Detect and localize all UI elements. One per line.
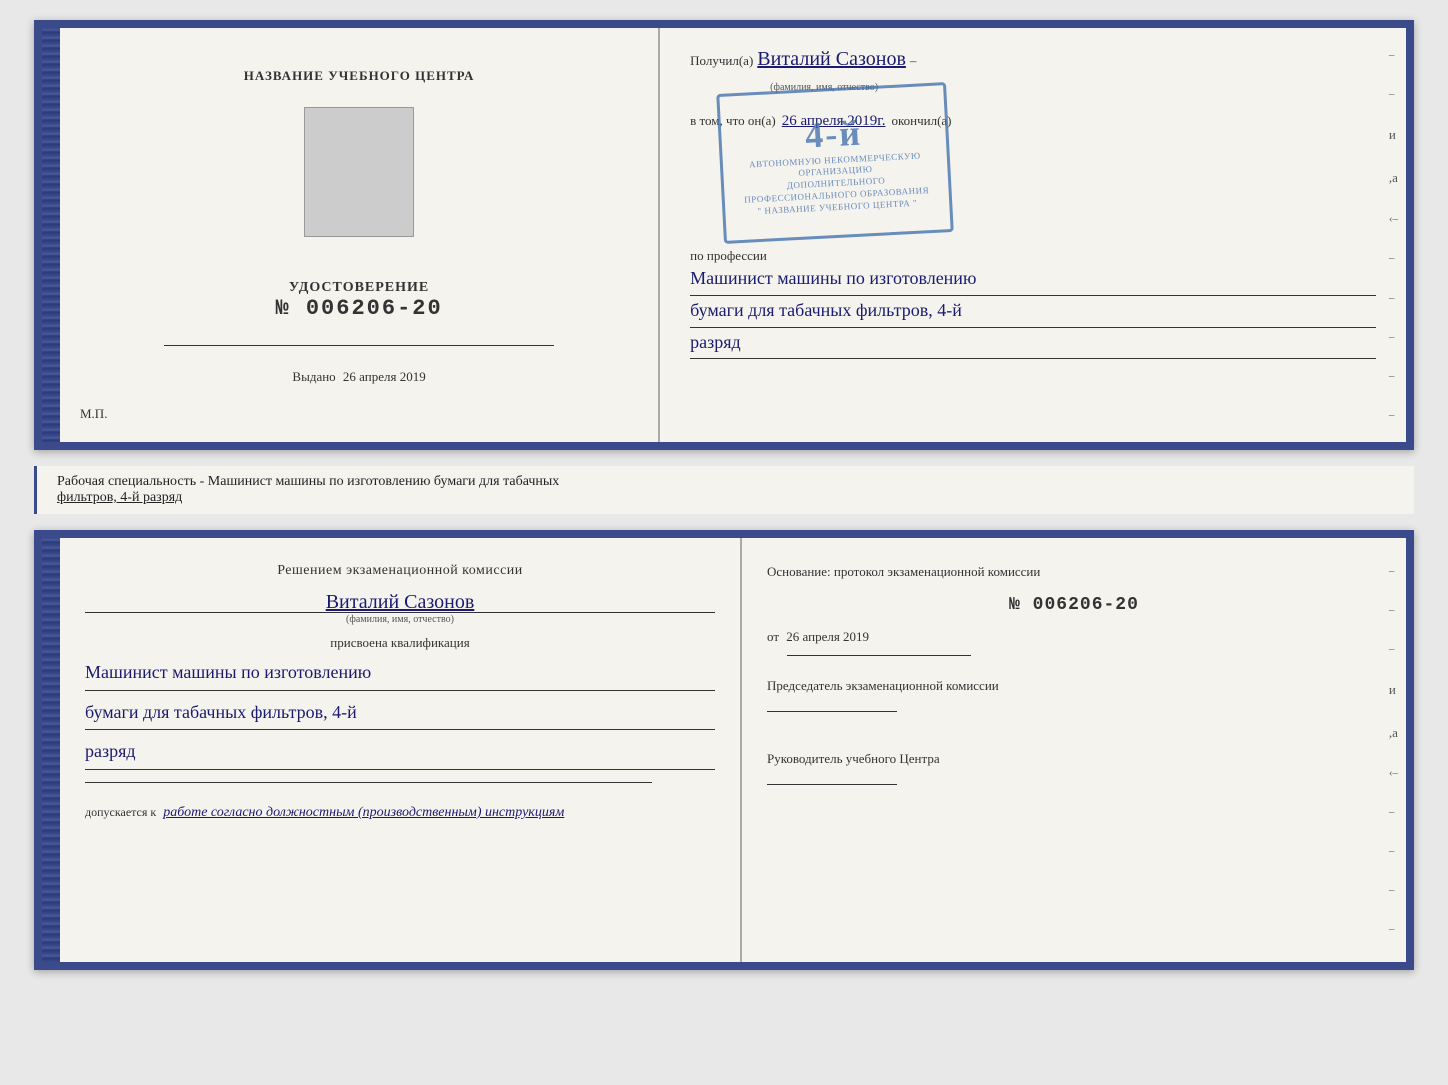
protocol-number: № 006206-20	[767, 595, 1381, 615]
director-block: Руководитель учебного Центра	[767, 749, 1381, 792]
issued-label: Выдано	[292, 369, 335, 384]
qual-value-2: бумаги для табачных фильтров, 4-й	[85, 697, 715, 731]
training-center-title: НАЗВАНИЕ УЧЕБНОГО ЦЕНТРА	[244, 68, 475, 84]
recipient-fio: Виталий Сазонов	[757, 48, 906, 71]
side-dashes-bottom-right: – – – и ,а ‹– – – – –	[1389, 538, 1398, 962]
in-that-label: в том, что он(а)	[690, 113, 776, 129]
middle-label-underline: фильтров, 4-й разряд	[57, 490, 182, 505]
chairman-label: Председатель экзаменационной комиссии	[767, 676, 1381, 697]
received-label: Получил(а)	[690, 53, 753, 69]
bottom-cert-left: Решением экзаменационной комиссии Витали…	[60, 538, 742, 962]
допуск-line: допускается к работе согласно должностны…	[85, 805, 715, 821]
qual-value-3: разряд	[85, 736, 715, 770]
stamp-line3: " НАЗВАНИЕ УЧЕБНОГО ЦЕНТРА "	[757, 197, 917, 217]
date-handwritten: 26 апреля 2019г.	[782, 113, 886, 130]
udost-block: УДОСТОВЕРЕНИЕ № 006206-20	[275, 280, 442, 321]
udost-label: УДОСТОВЕРЕНИЕ	[275, 280, 442, 296]
director-label: Руководитель учебного Центра	[767, 749, 1381, 770]
from-date-value: 26 апреля 2019	[786, 629, 869, 644]
issued-block: Выдано 26 апреля 2019	[292, 369, 425, 385]
side-dashes-right: – – и ,а ‹– – – – – –	[1389, 28, 1398, 442]
допуск-value: работе согласно должностным (производств…	[163, 805, 564, 820]
mp-label: М.П.	[80, 406, 107, 422]
chairman-block: Председатель экзаменационной комиссии	[767, 676, 1381, 719]
bottom-fio-subtext: (фамилия, имя, отчество)	[85, 612, 715, 625]
middle-label-prefix: Рабочая специальность - Машинист машины …	[57, 474, 559, 489]
qual-value-1: Машинист машины по изготовлению	[85, 657, 715, 691]
stamp: 4-й АВТОНОМНУЮ НЕКОММЕРЧЕСКУЮ ОРГАНИЗАЦИ…	[716, 82, 954, 244]
udost-number: № 006206-20	[275, 296, 442, 321]
stamp-line1: АВТОНОМНУЮ НЕКОММЕРЧЕСКУЮ ОРГАНИЗАЦИЮ	[731, 149, 940, 183]
top-certificate: НАЗВАНИЕ УЧЕБНОГО ЦЕНТРА УДОСТОВЕРЕНИЕ №…	[34, 20, 1414, 450]
middle-label: Рабочая специальность - Машинист машины …	[34, 466, 1414, 514]
spine-decoration	[42, 28, 60, 442]
from-date-row: от 26 апреля 2019	[767, 629, 1381, 645]
chairman-sig-line	[767, 711, 897, 712]
received-row: Получил(а) Виталий Сазонов –	[690, 48, 1376, 71]
profession-value-1: Машинист машины по изготовлению	[690, 264, 1376, 296]
допуск-prefix: допускается к	[85, 805, 156, 819]
photo-placeholder	[304, 107, 414, 237]
qual-label: присвоена квалификация	[85, 635, 715, 651]
bottom-fio: Виталий Сазонов	[85, 591, 715, 614]
bottom-cert-right: Основание: протокол экзаменационной коми…	[742, 538, 1406, 962]
top-cert-left: НАЗВАНИЕ УЧЕБНОГО ЦЕНТРА УДОСТОВЕРЕНИЕ №…	[60, 28, 660, 442]
top-cert-right: Получил(а) Виталий Сазонов – (фамилия, и…	[660, 28, 1406, 442]
osnov-label: Основание: протокол экзаменационной коми…	[767, 563, 1381, 581]
finished-label: окончил(а)	[891, 113, 951, 129]
from-label: от	[767, 629, 779, 644]
stamp-line2: ДОПОЛНИТЕЛЬНОГО ПРОФЕССИОНАЛЬНОГО ОБРАЗО…	[732, 173, 941, 207]
spine-decoration-bottom	[42, 538, 60, 962]
issued-date: 26 апреля 2019	[343, 369, 426, 384]
fio-subtext-top: (фамилия, имя, отчество)	[770, 82, 878, 93]
commission-decision-title: Решением экзаменационной комиссии	[85, 563, 715, 579]
profession-label: по профессии	[690, 248, 1376, 264]
director-sig-line	[767, 784, 897, 785]
profession-value-3: разряд	[690, 328, 1376, 360]
bottom-certificate: Решением экзаменационной комиссии Витали…	[34, 530, 1414, 970]
profession-value-2: бумаги для табачных фильтров, 4-й	[690, 296, 1376, 328]
